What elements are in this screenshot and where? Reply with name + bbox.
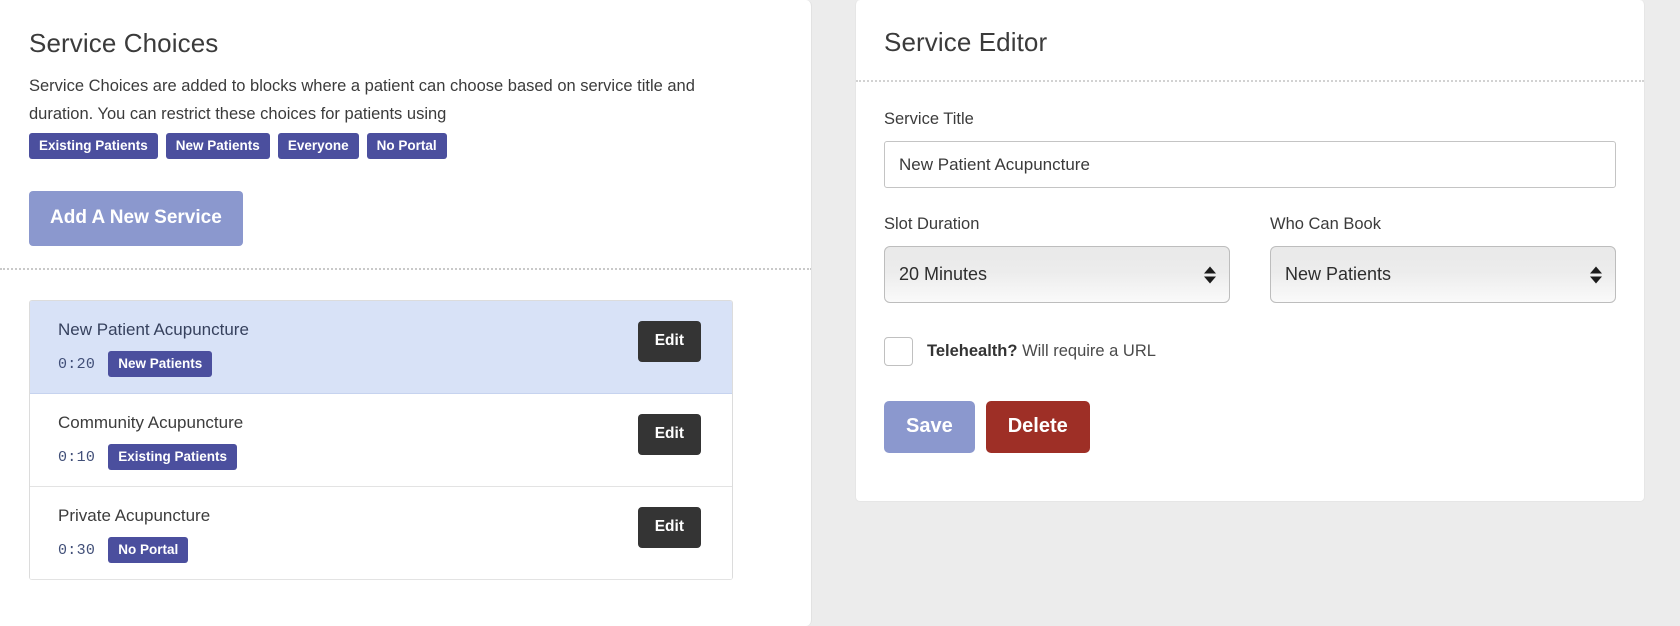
page-description: Service Choices are added to blocks wher… [29,77,695,123]
slot-duration-field: Slot Duration 20 Minutes [884,215,1230,303]
app-screen: Service Choices Service Choices are adde… [0,0,1680,626]
editor-field-row: Slot Duration 20 Minutes Who Can Book Ne… [884,215,1616,303]
service-list-item[interactable]: New Patient Acupuncture 0:20 New Patient… [30,301,732,394]
edit-service-button[interactable]: Edit [637,414,701,455]
telehealth-label: Telehealth? Will require a URL [927,342,1156,361]
service-name: New Patient Acupuncture [58,320,249,339]
delete-button[interactable]: Delete [985,401,1090,453]
edit-service-button[interactable]: Edit [637,321,701,362]
service-audience-badge: New Patients [108,351,213,377]
service-name: Community Acupuncture [58,413,244,432]
editor-action-row: Save Delete [884,401,1616,453]
save-button[interactable]: Save [884,401,975,453]
service-meta: 0:10 Existing Patients [58,444,732,470]
section-divider [0,268,811,270]
restriction-badge-row: Existing Patients New Patients Everyone … [29,133,811,159]
service-list-item[interactable]: Community Acupuncture 0:10 Existing Pati… [30,394,732,487]
telehealth-label-bold: Telehealth? [927,342,1018,360]
slot-duration-select-wrap: 20 Minutes [884,246,1230,303]
telehealth-checkbox[interactable] [884,337,913,366]
service-duration: 0:30 [58,541,96,559]
who-can-book-select[interactable]: New Patients [1270,246,1616,303]
service-list: New Patient Acupuncture 0:20 New Patient… [29,300,733,580]
badge-existing-patients: Existing Patients [29,133,158,159]
service-name: Private Acupuncture [58,506,211,525]
badge-no-portal: No Portal [366,133,447,159]
who-can-book-field: Who Can Book New Patients [1270,215,1616,303]
service-duration: 0:20 [58,355,96,373]
add-new-service-button[interactable]: Add A New Service [29,191,243,246]
service-editor-body: Service Title Slot Duration 20 Minutes [856,82,1644,491]
badge-new-patients: New Patients [165,133,270,159]
service-title-label: Service Title [884,110,974,128]
page-title: Service Choices [29,28,219,58]
service-meta: 0:20 New Patients [58,351,732,377]
service-title-input[interactable] [884,141,1616,188]
service-duration: 0:10 [58,448,96,466]
telehealth-row: Telehealth? Will require a URL [884,337,1616,366]
telehealth-label-rest: Will require a URL [1022,342,1156,360]
service-audience-badge: Existing Patients [108,444,237,470]
service-editor-title: Service Editor [884,27,1048,57]
service-choices-content: Service Choices Service Choices are adde… [0,0,811,246]
service-meta: 0:30 No Portal [58,537,732,563]
service-editor-header: Service Editor [856,0,1644,82]
slot-duration-label: Slot Duration [884,215,980,233]
badge-everyone: Everyone [277,133,359,159]
who-can-book-select-wrap: New Patients [1270,246,1616,303]
who-can-book-label: Who Can Book [1270,215,1381,233]
service-audience-badge: No Portal [108,537,189,563]
service-list-item[interactable]: Private Acupuncture 0:30 No Portal Edit [30,487,732,580]
edit-service-button[interactable]: Edit [637,507,701,548]
service-choices-panel: Service Choices Service Choices are adde… [0,0,812,626]
slot-duration-select[interactable]: 20 Minutes [884,246,1230,303]
service-editor-panel: Service Editor Service Title Slot Durati… [855,0,1645,502]
